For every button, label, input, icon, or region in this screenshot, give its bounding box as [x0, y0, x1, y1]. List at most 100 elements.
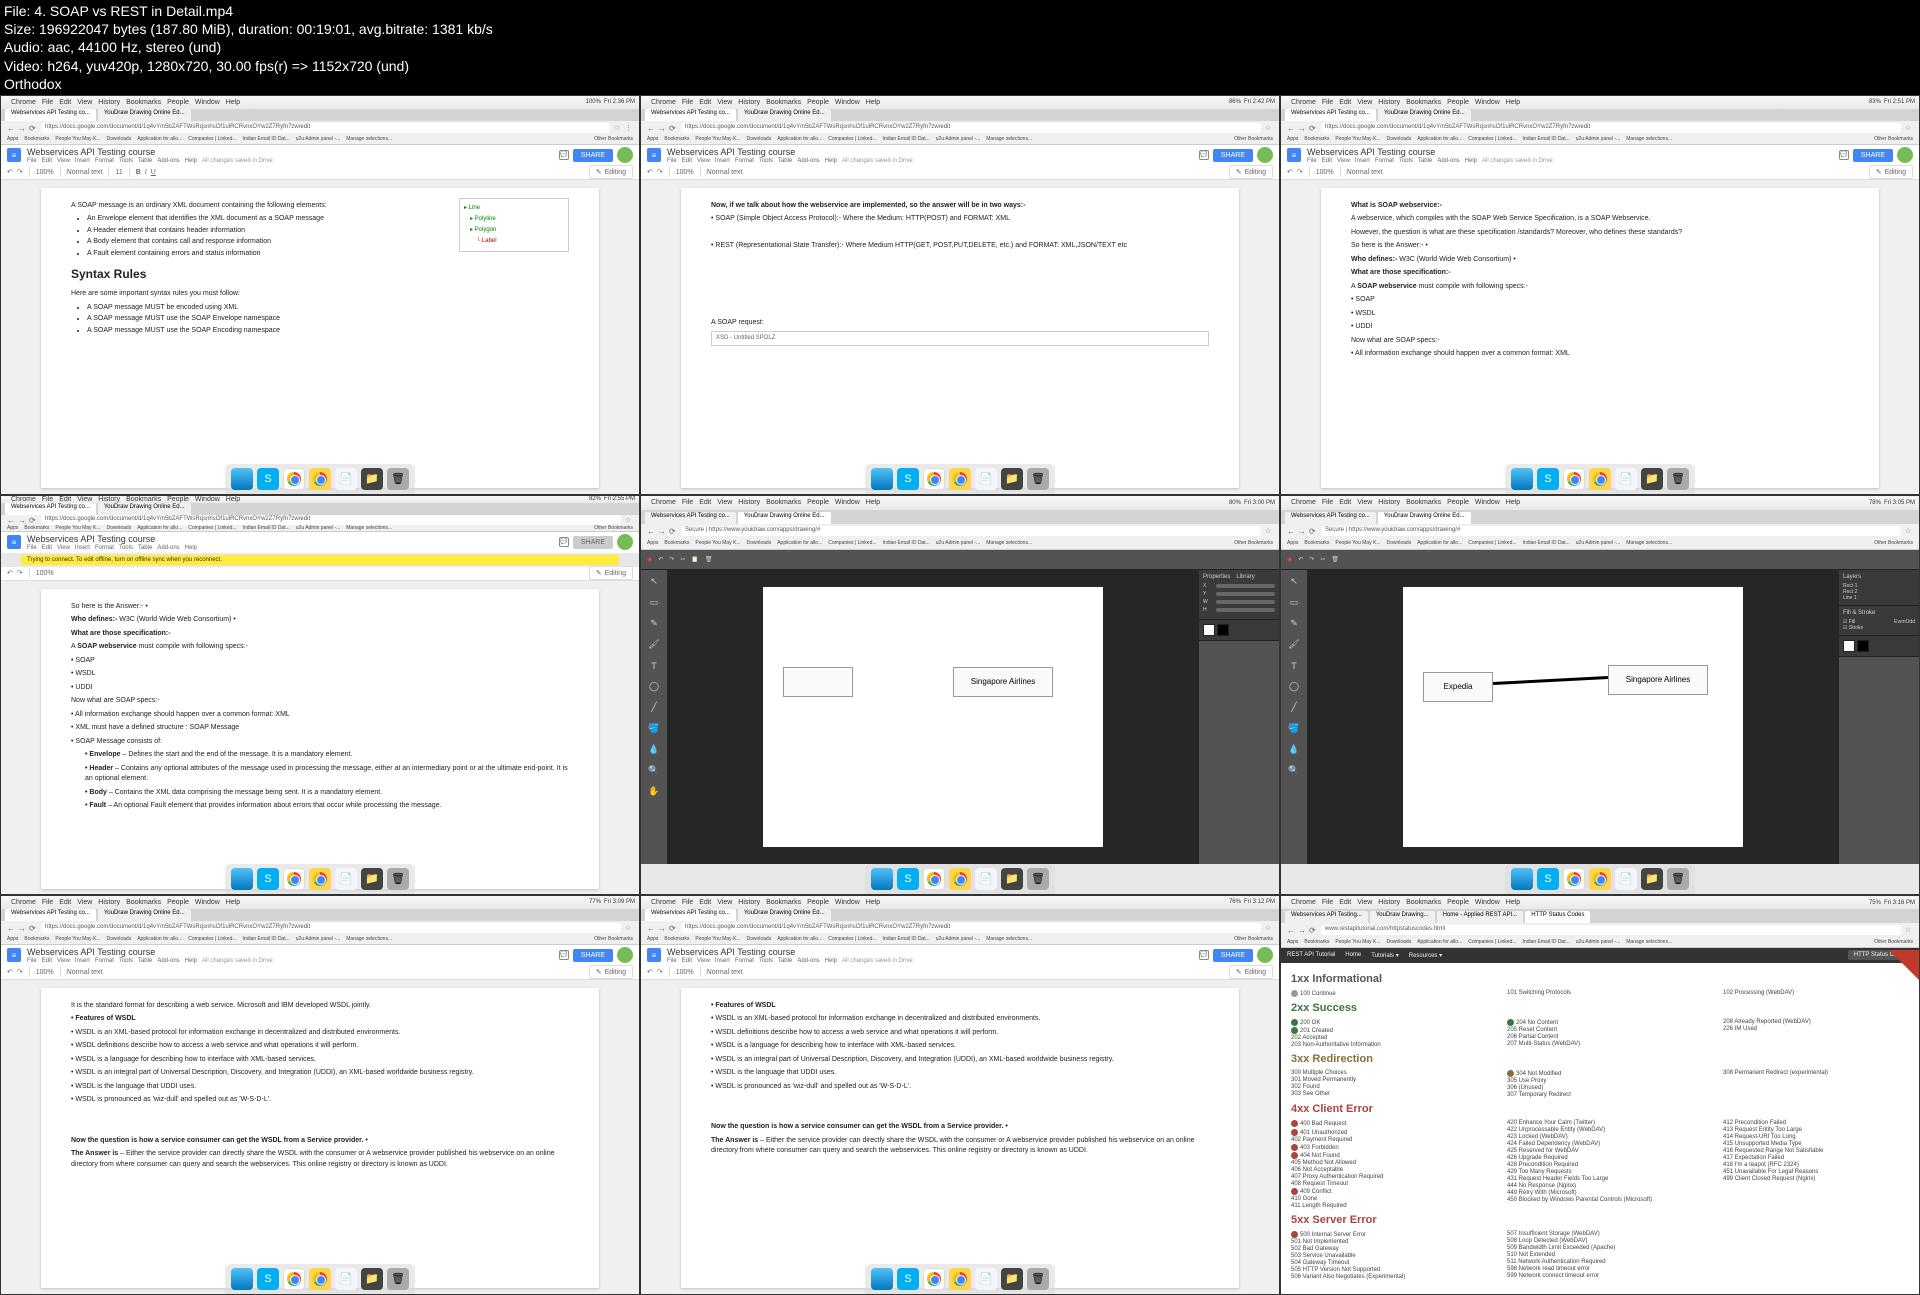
status-code-item[interactable]: 401 Unauthorized	[1291, 1129, 1477, 1136]
tab-docs[interactable]: Webservices API Testing co...	[5, 109, 96, 121]
status-code-item[interactable]: 406 Not Acceptable	[1291, 1167, 1477, 1173]
status-code-item[interactable]: 418 I'm a teapot (RFC 2324)	[1723, 1162, 1909, 1168]
docs-app-icon[interactable]: ≡	[7, 148, 21, 162]
status-code-item[interactable]: 425 Reserved for WebDAV	[1507, 1148, 1693, 1154]
docs-canvas[interactable]: ▸ Line ▸ Polyline ▸ Polygon └ Label A SO…	[1, 180, 639, 494]
status-code-item[interactable]: 510 Not Extended	[1507, 1252, 1693, 1258]
docs-toolbar: ↶↷ 100% Normal text 11 BIU ✎Editing	[1, 166, 639, 180]
status-code-item[interactable]: 511 Network Authentication Required	[1507, 1259, 1693, 1265]
select-tool-icon[interactable]: ▭	[645, 594, 663, 612]
share-button[interactable]: SHARE	[573, 149, 613, 162]
ps-right-panels: PropertiesLibrary X Y W H	[1199, 570, 1279, 864]
zoom-tool-icon[interactable]: 🔍	[645, 762, 663, 780]
status-code-item[interactable]: 451 Unavailable For Legal Reasons	[1723, 1169, 1909, 1175]
fill-tool-icon[interactable]: 🪣	[645, 720, 663, 738]
status-code-item[interactable]: 402 Payment Required	[1291, 1137, 1477, 1143]
status-code-item[interactable]: 409 Conflict	[1291, 1188, 1477, 1195]
chrome-toolbar: ←→⟳ https://docs.google.com/document/d/1…	[1, 121, 639, 134]
dock-chrome-icon[interactable]	[283, 468, 305, 490]
status-code-item[interactable]: 499 Client Closed Request (Nginx)	[1723, 1176, 1909, 1182]
status-code-item[interactable]: 508 Loop Detected (WebDAV)	[1507, 1238, 1693, 1244]
tab-youdraw[interactable]: YouDraw Drawing Online Ed...	[98, 109, 191, 121]
fwd-icon[interactable]: →	[18, 124, 26, 132]
app-name[interactable]: Chrome	[11, 99, 36, 106]
back-icon[interactable]: ←	[7, 124, 15, 132]
status-code-item[interactable]: 505 HTTP Version Not Supported	[1291, 1267, 1477, 1273]
status-code-item[interactable]: 423 Locked (WebDAV)	[1507, 1134, 1693, 1140]
diagram-box-sa[interactable]: Singapore Airlines	[953, 667, 1053, 697]
line-tool-icon[interactable]: ╱	[645, 699, 663, 717]
hand-tool-icon[interactable]: ✋	[645, 783, 663, 801]
status-code-item[interactable]: 500 Internal Server Error	[1291, 1231, 1477, 1238]
dock-skype-icon[interactable]: S	[257, 468, 279, 490]
status-code-item[interactable]: 400 Bad Request	[1291, 1120, 1477, 1127]
status-code-item[interactable]: 404 Not Found	[1291, 1152, 1477, 1159]
doc-title[interactable]: Webservices API Testing course	[27, 147, 553, 157]
dock-finder-icon[interactable]	[231, 468, 253, 490]
diagram-connector[interactable]	[1493, 676, 1608, 685]
status-code-item[interactable]: 450 Blocked by Windows Parental Controls…	[1507, 1197, 1693, 1203]
status-code-item[interactable]: 506 Variant Also Negotiates (Experimenta…	[1291, 1274, 1477, 1280]
http-status-codes-page[interactable]: 1xx Informational 100 Continue101 Switch…	[1281, 963, 1919, 1294]
section-3xx: 3xx Redirection	[1291, 1053, 1909, 1065]
status-code-item[interactable]: 417 Expectation Failed	[1723, 1155, 1909, 1161]
star-icon[interactable]: ☆	[614, 124, 622, 132]
menu-icon[interactable]: ⋮	[625, 124, 633, 132]
status-code-item[interactable]: 410 Gone	[1291, 1196, 1477, 1202]
dock-canary-icon[interactable]	[309, 468, 331, 490]
dock-notes-icon[interactable]: 📄	[335, 468, 357, 490]
diagram-box-expedia[interactable]: Expedia	[1423, 672, 1493, 702]
status-code-item[interactable]: 405 Method Not Allowed	[1291, 1160, 1477, 1166]
site-navbar: REST API Tutorial Home Tutorials ▾ Resou…	[1281, 948, 1919, 963]
status-code-item[interactable]: 408 Request Timeout	[1291, 1181, 1477, 1187]
status-code-item[interactable]: 403 Forbidden	[1291, 1144, 1477, 1151]
status-code-item[interactable]: 420 Enhance Your Calm (Twitter)	[1507, 1120, 1693, 1126]
github-ribbon-icon[interactable]	[1889, 950, 1919, 980]
status-code-item[interactable]: 502 Bad Gateway	[1291, 1246, 1477, 1252]
dock-folder-icon[interactable]: 📁	[361, 468, 383, 490]
bookmarks-bar: AppsBookmarksPeople You May K...Download…	[1, 134, 639, 145]
shape-tool-icon[interactable]: ◯	[645, 678, 663, 696]
ps-canvas-area[interactable]: Singapore Airlines	[667, 570, 1199, 864]
status-code-item[interactable]: 444 No Response (Nginx)	[1507, 1183, 1693, 1189]
pen-tool-icon[interactable]: ✎	[645, 615, 663, 633]
dock-trash-icon[interactable]: 🗑	[387, 468, 409, 490]
user-avatar[interactable]	[617, 147, 633, 163]
diagram-box-sa[interactable]: Singapore Airlines	[1608, 665, 1708, 695]
status-code-item[interactable]: 424 Failed Dependency (WebDAV)	[1507, 1141, 1693, 1147]
status-code-item[interactable]: 501 Not Implemented	[1291, 1239, 1477, 1245]
diagram-box-empty[interactable]	[783, 667, 853, 697]
section-2xx: 2xx Success	[1291, 1002, 1909, 1014]
status-code-item[interactable]: 426 Upgrade Required	[1507, 1155, 1693, 1161]
status-code-item[interactable]: 599 Network connect timeout error	[1507, 1273, 1693, 1279]
reload-icon[interactable]: ⟳	[29, 124, 37, 132]
status-code-item[interactable]: 504 Gateway Timeout	[1291, 1260, 1477, 1266]
status-code-item[interactable]: 428 Precondition Required	[1507, 1162, 1693, 1168]
editing-mode[interactable]: ✎Editing	[589, 165, 633, 179]
move-tool-icon[interactable]: ↖	[645, 573, 663, 591]
status-code-item[interactable]: 507 Insufficient Storage (WebDAV)	[1507, 1231, 1693, 1237]
status-code-item[interactable]: 422 Unprocessable Entity (WebDAV)	[1507, 1127, 1693, 1133]
status-code-item[interactable]: 416 Requested Range Not Satisfiable	[1723, 1148, 1909, 1154]
offline-warning: Trying to connect. To edit offline, turn…	[21, 555, 619, 565]
status-code-item[interactable]: 598 Network read timeout error	[1507, 1266, 1693, 1272]
status-code-item[interactable]: 503 Service Unavailable	[1291, 1253, 1477, 1259]
status-code-item[interactable]: 509 Bandwidth Limit Exceeded (Apache)	[1507, 1245, 1693, 1251]
status-code-item[interactable]: 431 Request Header Fields Too Large	[1507, 1176, 1693, 1182]
status-code-item[interactable]: 407 Proxy Authentication Required	[1291, 1174, 1477, 1180]
address-bar[interactable]: https://docs.google.com/document/d/1q4vY…	[41, 123, 610, 133]
status-code-item[interactable]: 429 Too Many Requests	[1507, 1169, 1693, 1175]
comments-icon[interactable]: 💬	[559, 150, 569, 160]
brush-tool-icon[interactable]: 🖌	[645, 636, 663, 654]
battery-pct: 100%	[586, 99, 601, 105]
eyedrop-tool-icon[interactable]: 💧	[645, 741, 663, 759]
status-code-item[interactable]: 411 Length Required	[1291, 1203, 1477, 1209]
status-code-item[interactable]: 415 Unsupported Media Type	[1723, 1141, 1909, 1147]
status-code-item[interactable]: 413 Request Entity Too Large	[1723, 1127, 1909, 1133]
status-code-item[interactable]: 414 Request-URI Too Long	[1723, 1134, 1909, 1140]
status-code-item[interactable]: 412 Precondition Failed	[1723, 1120, 1909, 1126]
text-tool-icon[interactable]: T	[645, 657, 663, 675]
status-code-item[interactable]: 449 Retry With (Microsoft)	[1507, 1190, 1693, 1196]
screenshot-grid: Chrome FileEditViewHistoryBookmarksPeopl…	[0, 95, 1920, 1295]
ps-logo-icon[interactable]: ◉	[647, 556, 652, 563]
